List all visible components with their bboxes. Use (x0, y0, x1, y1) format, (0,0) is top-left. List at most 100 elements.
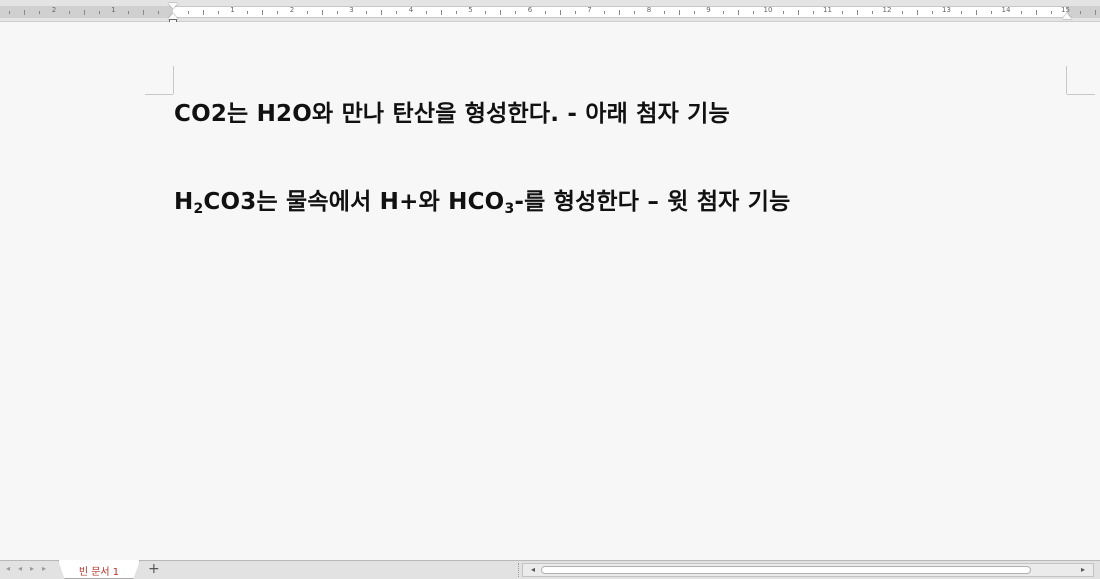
ruler-ticks: 2 1 1 2 3 4 5 6 7 8 9 10 11 12 13 14 15 (0, 0, 1100, 22)
scrollbar-thumb[interactable] (541, 566, 1031, 574)
ruler-tick (842, 11, 843, 14)
ruler-tick (337, 11, 338, 14)
ruler-tick (39, 11, 40, 14)
ruler-number: 6 (527, 6, 533, 14)
ruler-number: 11 (823, 6, 832, 14)
ruler-tick (798, 10, 799, 15)
ruler-tick (560, 10, 561, 15)
ruler-number: 8 (646, 6, 652, 14)
ruler-tick (917, 10, 918, 15)
ruler-tick (604, 11, 605, 14)
ruler-number: 12 (882, 6, 892, 14)
ruler-tick (723, 11, 724, 14)
ruler-tick (783, 11, 784, 14)
add-tab-button[interactable]: + (148, 561, 160, 578)
ruler-tick (902, 11, 903, 14)
right-indent-marker[interactable] (1062, 13, 1072, 19)
ruler-tick (247, 11, 248, 14)
ruler-tick (218, 11, 219, 14)
ruler-tick (143, 10, 144, 15)
ruler-number: 5 (468, 6, 473, 14)
ruler-tick (500, 10, 501, 15)
ruler-tick (634, 11, 635, 14)
ruler-tick (976, 10, 977, 15)
paragraph-subscript[interactable]: CO2는 H2O와 만나 탄산을 형성한다. - 아래 첨자 기능 (174, 94, 730, 128)
ruler-tick (158, 11, 159, 14)
ruler-tick (1021, 11, 1022, 14)
tab-navigation: ◂ ◂ ▸ ▸ (6, 564, 46, 573)
ruler-number: 10 (763, 6, 773, 14)
ruler-tick (679, 10, 680, 15)
paragraph-superscript[interactable]: H2CO3는 물속에서 H+와 HCO3-를 형성한다 – 윗 첨자 기능 (174, 182, 790, 217)
ruler-tick (619, 10, 620, 15)
text-run: CO3는 물속에서 H+와 HCO (203, 189, 505, 215)
subscript-digit: 3 (504, 201, 515, 217)
ruler-tick (664, 11, 665, 14)
ruler-number: 1 (111, 6, 116, 14)
ruler-tick (128, 11, 129, 14)
margin-mark-top-left-v (173, 66, 174, 94)
last-tab-icon[interactable]: ▸ (42, 564, 46, 573)
ruler-tick (203, 10, 204, 15)
ruler-number: 13 (942, 6, 951, 14)
horizontal-scrollbar[interactable]: ◂ ▸ (522, 563, 1094, 577)
ruler-tick (322, 10, 323, 15)
next-tab-icon[interactable]: ▸ (30, 564, 34, 573)
ruler-number: 2 (51, 6, 57, 14)
ruler-tick (441, 10, 442, 15)
ruler-tick (932, 11, 933, 14)
ruler-number: 9 (706, 6, 711, 14)
ruler-tick (515, 11, 516, 14)
tab-label: 빈 문서 1 (78, 567, 120, 578)
tab-document-1[interactable]: 빈 문서 1 (58, 560, 140, 579)
ruler-tick (1036, 10, 1037, 15)
ruler-tick (485, 11, 486, 14)
ruler-tick (738, 10, 739, 15)
ruler-number: 3 (349, 6, 354, 14)
ruler-tick (262, 10, 263, 15)
document-area[interactable]: CO2는 H2O와 만나 탄산을 형성한다. - 아래 첨자 기능 H2CO3는… (0, 22, 1100, 560)
ruler-tick (1051, 11, 1052, 14)
horizontal-ruler[interactable]: 2 1 1 2 3 4 5 6 7 8 9 10 11 12 13 14 15 (0, 0, 1100, 23)
ruler-tick (366, 11, 367, 14)
ruler-tick (456, 11, 457, 14)
ruler-tick (307, 11, 308, 14)
ruler-tick (545, 11, 546, 14)
ruler-tick (188, 11, 189, 14)
text-run: -를 형성한다 – 윗 첨자 기능 (514, 189, 791, 215)
prev-tab-icon[interactable]: ◂ (18, 564, 22, 573)
sheet-tab-bar: ◂ ◂ ▸ ▸ 빈 문서 1 + ◂ ▸ (0, 560, 1100, 579)
ruler-tick (961, 11, 962, 14)
margin-mark-top-right-h (1067, 94, 1095, 95)
ruler-tick (1095, 10, 1096, 15)
ruler-tick (813, 11, 814, 14)
scroll-splitter[interactable] (518, 563, 521, 577)
ruler-tick (426, 11, 427, 14)
ruler-tick (1080, 11, 1081, 14)
ruler-tick (396, 11, 397, 14)
ruler-tick (9, 11, 10, 14)
ruler-tick (24, 10, 25, 15)
subscript-digit: 2 (193, 201, 204, 217)
ruler-tick (99, 11, 100, 14)
ruler-tick (991, 11, 992, 14)
ruler-number: 4 (408, 6, 414, 14)
ruler-tick (694, 11, 695, 14)
ruler-tick (575, 11, 576, 14)
ruler-number: 7 (587, 6, 592, 14)
ruler-tick (381, 10, 382, 15)
first-tab-icon[interactable]: ◂ (6, 564, 10, 573)
ruler-tick (857, 10, 858, 15)
ruler-number: 1 (230, 6, 235, 14)
ruler-tick (753, 11, 754, 14)
ruler-tick (69, 11, 70, 14)
margin-mark-top-left-h (145, 94, 173, 95)
first-line-indent-marker[interactable] (168, 3, 178, 9)
scroll-right-icon[interactable]: ▸ (1077, 565, 1089, 574)
scroll-left-icon[interactable]: ◂ (527, 565, 539, 574)
ruler-number: 14 (1001, 6, 1011, 14)
text-run: H (174, 189, 194, 215)
word-processor-window: 2 1 1 2 3 4 5 6 7 8 9 10 11 12 13 14 15 CO2는 H2O와 만나 탄산을… (0, 0, 1100, 579)
ruler-tick (277, 11, 278, 14)
ruler-tick (872, 11, 873, 14)
